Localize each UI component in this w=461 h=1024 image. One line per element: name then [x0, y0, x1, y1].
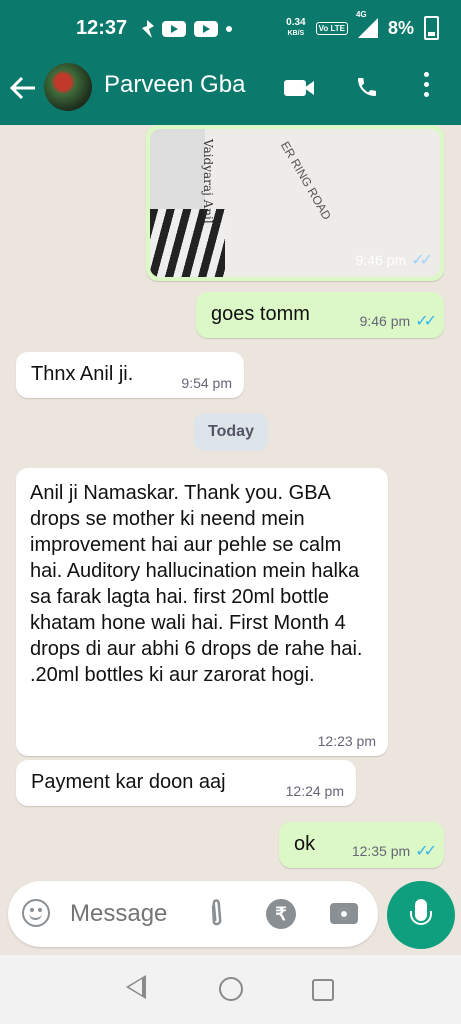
youtube-notification-icon [162, 21, 186, 37]
battery-icon [424, 16, 439, 40]
image-message[interactable]: Vaidyaraj Anil ER RING ROAD 9:46 pm ✓✓ [146, 125, 444, 281]
camera-icon[interactable] [330, 903, 358, 924]
read-ticks-icon: ✓✓ [415, 843, 437, 860]
message-text: Payment kar doon aaj [31, 771, 226, 793]
notification-icon [142, 20, 154, 38]
message-composer: ₹ [8, 881, 378, 947]
status-time: 12:37 [76, 17, 128, 39]
message-time: 9:54 pm [181, 375, 232, 391]
shared-photo[interactable]: Vaidyaraj Anil ER RING ROAD 9:46 pm ✓✓ [150, 129, 440, 277]
status-bar: 12:37 0.34 KB/S Vo LTE 4G 8% [0, 0, 461, 58]
youtube-notification-icon [194, 21, 218, 37]
more-notifications-dot-icon [226, 26, 232, 32]
nav-home-icon[interactable] [219, 977, 243, 1001]
chat-area[interactable]: Vaidyaraj Anil ER RING ROAD 9:46 pm ✓✓ g… [0, 125, 461, 955]
read-ticks-icon: ✓✓ [415, 313, 437, 330]
video-call-icon[interactable] [284, 80, 314, 96]
network-speed: 0.34 KB/S [286, 17, 306, 37]
message-text: ok [294, 833, 316, 855]
message-time: 9:46 pm [359, 313, 411, 329]
rupee-icon[interactable]: ₹ [266, 899, 296, 929]
message-time: 12:35 pm [351, 843, 411, 859]
mic-button[interactable] [387, 881, 455, 949]
volte-badge: Vo LTE [315, 21, 348, 35]
date-divider: Today [194, 413, 268, 451]
battery-percent: 8% [387, 17, 414, 38]
avatar[interactable] [44, 63, 92, 111]
emoji-icon[interactable] [22, 899, 50, 927]
read-ticks-icon: ✓✓ [411, 252, 433, 269]
photo-text: Vaidyaraj Anil [201, 139, 215, 224]
message-text: Thnx Anil ji. [31, 363, 134, 385]
network-type: 4G [355, 10, 367, 19]
chat-header: Parveen Gba [0, 58, 461, 125]
message-text: Anil ji Namaskar. Thank you. GBA drops s… [30, 482, 363, 686]
nav-recents-icon[interactable] [312, 979, 334, 1001]
message-bubble[interactable]: Anil ji Namaskar. Thank you. GBA drops s… [16, 468, 388, 756]
contact-name[interactable]: Parveen Gba [104, 71, 245, 99]
message-bubble[interactable]: goes tomm 9:46 pm ✓✓ [196, 292, 444, 338]
message-text: goes tomm [211, 303, 310, 325]
more-menu-icon[interactable] [424, 72, 430, 102]
message-bubble[interactable]: Payment kar doon aaj 12:24 pm [16, 760, 356, 806]
message-time: 12:23 pm [317, 733, 376, 749]
message-time: 9:46 pm [355, 252, 407, 268]
signal-icon [357, 18, 378, 38]
back-arrow-icon[interactable] [9, 76, 36, 105]
phone-call-icon[interactable] [355, 75, 379, 99]
message-bubble[interactable]: ok 12:35 pm ✓✓ [279, 822, 444, 868]
mic-icon [410, 899, 432, 925]
system-nav-bar [0, 955, 461, 1024]
nav-back-icon[interactable] [126, 975, 146, 999]
message-bubble[interactable]: Thnx Anil ji. 9:54 pm [16, 352, 244, 398]
message-time: 12:24 pm [285, 783, 344, 799]
